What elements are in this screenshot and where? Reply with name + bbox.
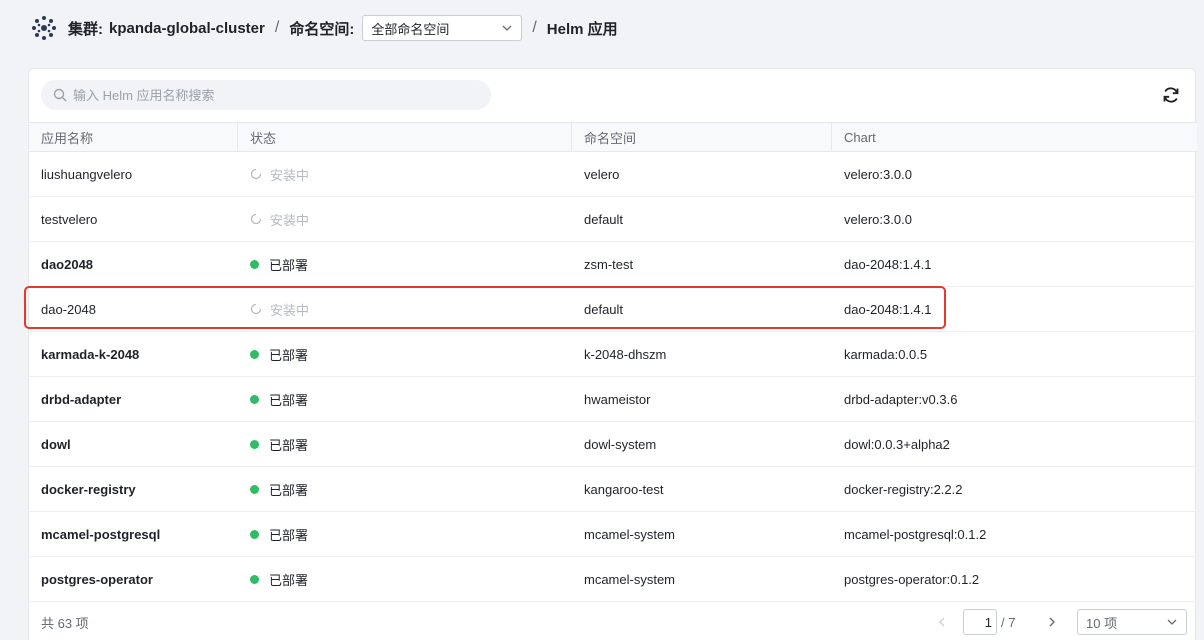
status-deployed-icon [250, 484, 259, 494]
helm-apps-card: 应用名称 状态 命名空间 Chart liushuangvelero 安装中 vel… [28, 68, 1197, 640]
current-page: 1 [984, 614, 992, 630]
status-text: 已部署 [269, 347, 309, 363]
app-name-link[interactable]: karmada-k-2048 [41, 347, 139, 362]
page-number-input[interactable]: 1 [963, 609, 997, 635]
cluster-name-link[interactable]: kpanda-global-cluster [109, 20, 265, 37]
namespace-cell: default [584, 301, 624, 317]
app-name-link[interactable]: docker-registry [41, 482, 136, 497]
status-text: 已部署 [269, 482, 309, 498]
chart-cell: drbd-adapter:v0.3.6 [844, 391, 958, 407]
chevron-down-icon [1167, 619, 1177, 625]
page-total: / 7 [1001, 614, 1016, 630]
status-deployed-icon [250, 349, 259, 359]
namespace-cell: hwameistor [584, 391, 651, 407]
namespace-cell: default [584, 211, 624, 227]
namespace-cell: dowl-system [584, 436, 657, 452]
table-header: 应用名称 状态 命名空间 Chart [29, 122, 1197, 152]
status-text: 已部署 [269, 437, 309, 453]
chart-cell: postgres-operator:0.1.2 [844, 571, 980, 587]
namespace-select[interactable]: 全部命名空间 [362, 15, 523, 41]
status-deployed-icon [250, 529, 259, 539]
table-row[interactable]: mcamel-postgresql 已部署 mcamel-system mcamel-… [29, 512, 1197, 557]
chart-cell: dowl:0.0.3+alpha2 [844, 436, 950, 452]
loading-spinner-icon [250, 303, 262, 315]
header-chart: Chart [844, 129, 876, 145]
namespace-cell: mcamel-system [584, 526, 676, 542]
chart-cell: velero:3.0.0 [844, 166, 912, 182]
namespace-cell: kangaroo-test [584, 481, 664, 497]
status-text: 已部署 [269, 527, 309, 543]
table-row[interactable]: postgres-operator 已部署 mcamel-system postgre… [29, 557, 1197, 602]
status-text: 安装中 [270, 302, 310, 318]
chevron-down-icon [502, 25, 512, 31]
page-size-select[interactable]: 10 项 [1077, 609, 1187, 635]
status-deployed-icon [250, 394, 259, 404]
refresh-icon[interactable] [1161, 85, 1181, 105]
table-footer: 共 63 项 1 / 7 10 项 [29, 602, 1197, 640]
chart-cell: velero:3.0.0 [844, 211, 912, 227]
app-name-link[interactable]: dowl [41, 437, 71, 452]
pagination: 1 / 7 [935, 609, 1059, 635]
search-box[interactable] [41, 80, 491, 110]
app-name-link[interactable]: dao2048 [41, 257, 93, 272]
table-row[interactable]: karmada-k-2048 已部署 k-2048-dhszm karmada:0.0… [29, 332, 1197, 377]
namespace-cell: zsm-test [584, 256, 634, 272]
namespace-label: 命名空间: [289, 20, 355, 38]
namespace-select-value: 全部命名空间 [371, 21, 450, 37]
chart-cell: mcamel-postgresql:0.1.2 [844, 526, 987, 542]
chart-cell: karmada:0.0.5 [844, 346, 928, 362]
header-app-name: 应用名称 [29, 123, 238, 151]
table-row[interactable]: dao2048 已部署 zsm-test dao-2048:1.4.1 [29, 242, 1197, 287]
status-text: 已部署 [269, 257, 309, 273]
header-status: 状态 [238, 123, 572, 151]
table-row[interactable]: liushuangvelero 安装中 velero velero:3.0.0 [29, 152, 1197, 197]
app-name-link[interactable]: mcamel-postgresql [41, 527, 160, 542]
loading-spinner-icon [250, 168, 262, 180]
page-size-value: 10 项 [1086, 615, 1118, 631]
search-input[interactable] [73, 87, 473, 103]
header-namespace: 命名空间 [572, 123, 832, 151]
status-text: 安装中 [270, 167, 310, 183]
table-row[interactable]: dao-2048 安装中 default dao-2048:1.4.1 [29, 287, 1197, 332]
breadcrumb-separator: / [274, 19, 280, 36]
table-row[interactable]: dowl 已部署 dowl-system dowl:0.0.3+alpha2 [29, 422, 1197, 467]
status-text: 已部署 [269, 392, 309, 408]
total-count: 共 63 项 [41, 615, 89, 631]
app-name-link[interactable]: drbd-adapter [41, 392, 121, 407]
breadcrumb-separator: / [532, 19, 537, 36]
app-name-link[interactable]: testvelero [41, 212, 97, 227]
chart-cell: docker-registry:2.2.2 [844, 481, 963, 497]
chart-cell: dao-2048:1.4.1 [844, 256, 932, 272]
loading-spinner-icon [250, 213, 262, 225]
chevron-right-icon[interactable] [1045, 615, 1059, 629]
chevron-left-icon[interactable] [935, 615, 949, 629]
status-text: 已部署 [269, 572, 309, 588]
status-deployed-icon [250, 574, 259, 584]
cluster-logo-icon [32, 16, 56, 40]
status-text: 安装中 [270, 212, 310, 228]
cluster-label: 集群: [68, 20, 103, 38]
namespace-cell: k-2048-dhszm [584, 346, 667, 362]
status-deployed-icon [250, 439, 259, 449]
search-icon [53, 88, 67, 102]
chart-cell: dao-2048:1.4.1 [844, 301, 932, 317]
page-title: Helm 应用 [546, 20, 618, 38]
table-row[interactable]: docker-registry 已部署 kangaroo-test docker-re… [29, 467, 1197, 512]
app-name-link[interactable]: postgres-operator [41, 572, 153, 587]
app-name-link[interactable]: dao-2048 [41, 302, 96, 317]
namespace-cell: velero [584, 166, 620, 182]
table-body: liushuangvelero 安装中 velero velero:3.0.0 test… [29, 152, 1197, 602]
app-name-link[interactable]: liushuangvelero [41, 167, 132, 182]
table-row[interactable]: testvelero 安装中 default velero:3.0.0 [29, 197, 1197, 242]
table-row[interactable]: drbd-adapter 已部署 hwameistor drbd-adapter:v0… [29, 377, 1197, 422]
status-deployed-icon [250, 259, 259, 269]
namespace-cell: mcamel-system [584, 571, 676, 587]
top-breadcrumb-bar: 集群: kpanda-global-cluster / 命名空间: 全部命名空间… [0, 0, 1204, 56]
